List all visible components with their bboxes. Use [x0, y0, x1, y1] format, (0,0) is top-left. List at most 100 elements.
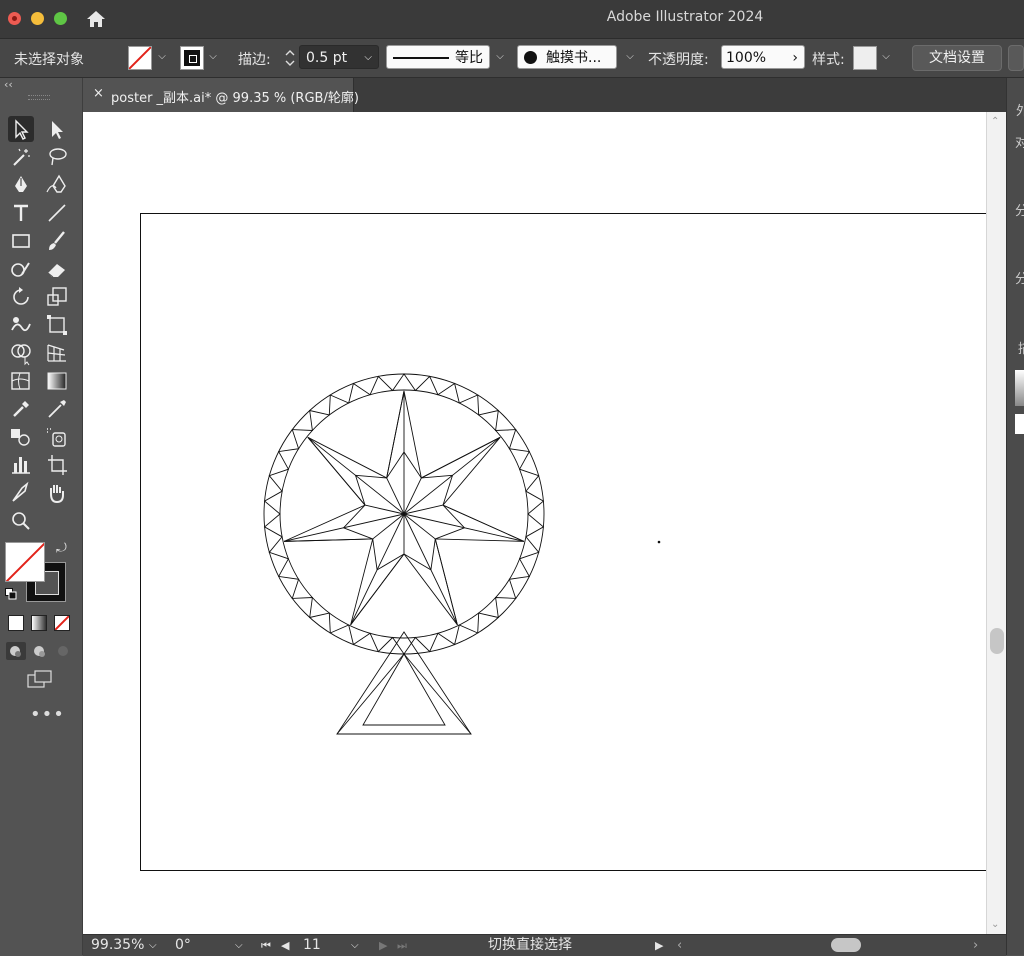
star-facet-line: [442, 475, 453, 506]
stroke-swatch[interactable]: [180, 46, 204, 70]
document-tab[interactable]: × poster _副本.ai* @ 99.35 % (RGB/轮廓): [83, 78, 359, 112]
star-facet-line: [442, 504, 465, 529]
scale-icon[interactable]: [44, 284, 70, 310]
shaper-icon[interactable]: [8, 256, 34, 282]
chevron-down-icon[interactable]: ⌵: [207, 51, 219, 63]
overflow-button[interactable]: [1008, 45, 1024, 71]
swap-icon[interactable]: ⤾: [56, 541, 67, 556]
line-icon[interactable]: [44, 200, 70, 226]
vertical-scroll-thumb[interactable]: [990, 628, 1004, 654]
eyedropper-icon[interactable]: [8, 396, 34, 422]
stroke-label[interactable]: 描边:: [238, 49, 271, 69]
chevron-down-icon[interactable]: ⌵: [235, 936, 243, 955]
scroll-left-icon[interactable]: ‹: [677, 936, 682, 955]
chevron-down-icon[interactable]: ⌵: [624, 51, 636, 63]
type-icon[interactable]: [8, 200, 34, 226]
artboard-icon[interactable]: [44, 452, 70, 478]
screen-mode-icon[interactable]: [26, 669, 54, 691]
artboard-number-field[interactable]: 11: [303, 936, 321, 955]
star-facet-line: [430, 538, 436, 570]
close-window-button[interactable]: [8, 12, 21, 25]
stepper-icon[interactable]: [283, 47, 297, 69]
brush-select[interactable]: 触摸书...: [517, 45, 617, 69]
panel-glyph-1: 对: [1015, 136, 1024, 151]
brush-name: 触摸书...: [546, 50, 602, 66]
chevron-down-icon[interactable]: ⌵: [351, 936, 359, 955]
pen-icon[interactable]: [8, 172, 34, 198]
fill-color-box[interactable]: [5, 542, 45, 582]
chevron-down-icon[interactable]: ⌵: [494, 51, 506, 63]
status-menu-icon[interactable]: ▶: [655, 936, 663, 955]
stroke-weight-field[interactable]: 0.5 pt ⌵: [299, 45, 379, 69]
measure-icon[interactable]: [44, 396, 70, 422]
more-tools-icon[interactable]: •••: [30, 704, 65, 725]
star-facet-line: [442, 504, 525, 542]
draw-behind-icon[interactable]: [30, 642, 50, 660]
direct-selection-tool-icon[interactable]: [44, 116, 70, 142]
opacity-label[interactable]: 不透明度:: [648, 49, 709, 69]
chevron-down-icon[interactable]: ⌵: [156, 51, 168, 63]
mesh-icon[interactable]: [8, 368, 34, 394]
color-mode-icon[interactable]: [8, 615, 24, 631]
default-colors-icon[interactable]: [5, 588, 17, 600]
stand-inner-triangle: [362, 653, 446, 726]
column-graph-icon[interactable]: [8, 452, 34, 478]
magic-wand-icon[interactable]: [8, 144, 34, 170]
star-facet-line: [343, 527, 373, 540]
slice-icon[interactable]: [8, 480, 34, 506]
star-ornament: [263, 373, 545, 735]
graphic-style-swatch[interactable]: [853, 46, 877, 70]
blend-icon[interactable]: [8, 424, 34, 450]
eraser-icon[interactable]: [44, 256, 70, 282]
curvature-icon[interactable]: [44, 172, 70, 198]
vertical-scrollbar[interactable]: ⌃ ⌄: [986, 112, 1007, 934]
next-artboard-icon[interactable]: ▶: [379, 936, 387, 955]
rectangle-icon[interactable]: [8, 228, 34, 254]
prev-artboard-icon[interactable]: ◀: [281, 936, 289, 955]
shape-builder-icon[interactable]: [8, 340, 34, 366]
none-swatch[interactable]: [1015, 414, 1024, 434]
paintbrush-icon[interactable]: [44, 228, 70, 254]
zoom-field[interactable]: 99.35%: [91, 936, 144, 955]
minimize-window-button[interactable]: [31, 12, 44, 25]
stroke-profile-select[interactable]: 等比: [386, 45, 490, 69]
symbol-sprayer-icon[interactable]: [44, 424, 70, 450]
scroll-down-icon[interactable]: ⌄: [991, 919, 999, 930]
document-setup-button[interactable]: 文档设置: [912, 45, 1002, 71]
selection-tool-icon[interactable]: [8, 116, 34, 142]
scroll-right-icon[interactable]: ›: [973, 936, 978, 955]
gradient-mode-icon[interactable]: [31, 615, 47, 631]
last-artboard-icon[interactable]: ⏭: [397, 936, 407, 955]
opacity-field[interactable]: 100% ›: [721, 45, 805, 69]
document-tab-bar: × poster _副本.ai* @ 99.35 % (RGB/轮廓): [83, 78, 1006, 112]
canvas[interactable]: [83, 112, 986, 934]
scroll-up-icon[interactable]: ⌃: [991, 116, 999, 127]
chevron-down-icon[interactable]: ⌵: [880, 51, 892, 63]
draw-inside-icon[interactable]: [54, 642, 74, 660]
zoom-window-button[interactable]: [54, 12, 67, 25]
none-mode-icon[interactable]: [54, 615, 70, 631]
hand-icon[interactable]: [44, 480, 70, 506]
warp-icon[interactable]: [8, 312, 34, 338]
draw-normal-icon[interactable]: [6, 642, 26, 660]
home-icon[interactable]: [85, 8, 107, 30]
zoom-icon[interactable]: [8, 508, 34, 534]
gradient-icon[interactable]: [44, 368, 70, 394]
close-tab-icon[interactable]: ×: [93, 86, 104, 101]
rotate-icon[interactable]: [8, 284, 34, 310]
control-bar: 未选择对象 ⌵ ⌵ 描边: 0.5 pt ⌵ 等比 ⌵ 触摸书... ⌵ 不透明…: [0, 39, 1024, 78]
fill-swatch[interactable]: [128, 46, 152, 70]
star-facet-line: [421, 436, 501, 479]
perspective-grid-icon[interactable]: [44, 340, 70, 366]
panel-grip[interactable]: [28, 95, 50, 100]
chevron-down-icon[interactable]: ⌵: [364, 46, 372, 70]
chevron-down-icon[interactable]: ⌵: [149, 936, 157, 955]
gradient-swatch[interactable]: [1015, 370, 1024, 406]
lasso-icon[interactable]: [44, 144, 70, 170]
horizontal-scroll-thumb[interactable]: [831, 938, 861, 952]
free-transform-icon[interactable]: [44, 312, 70, 338]
collapse-panel-icon[interactable]: ‹‹: [4, 78, 13, 91]
first-artboard-icon[interactable]: ⏮: [261, 936, 271, 955]
rotation-field[interactable]: 0°: [175, 936, 191, 955]
chevron-right-icon[interactable]: ›: [792, 46, 798, 70]
